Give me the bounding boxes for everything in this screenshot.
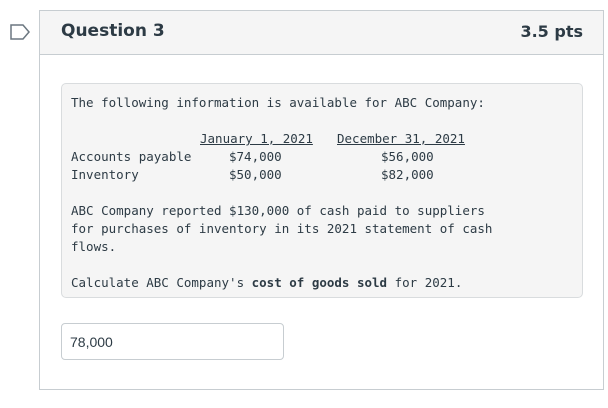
row-value-ap-dec: $56,000 <box>381 149 434 164</box>
prompt-prefix: Calculate ABC Company's <box>71 275 252 290</box>
question-points: 3.5 pts <box>520 22 583 41</box>
prompt-bold-term: cost of goods sold <box>251 275 388 290</box>
paragraph-line-3: flows. <box>71 239 117 254</box>
row-value-ap-jan: $74,000 <box>229 149 282 164</box>
answer-input[interactable] <box>61 323 284 360</box>
row-value-inv-dec: $82,000 <box>381 167 434 182</box>
col-header-dec: December 31, 2021 <box>337 131 465 146</box>
row-label-inventory: Inventory <box>71 167 139 182</box>
paragraph-line-2: for purchases of inventory in its 2021 s… <box>71 221 493 236</box>
question-title: Question 3 <box>61 21 165 41</box>
prompt-suffix: for 2021. <box>387 275 463 290</box>
flag-question-icon[interactable] <box>9 23 31 41</box>
intro-text: The following information is available f… <box>71 95 485 110</box>
row-value-inv-jan: $50,000 <box>229 167 282 182</box>
question-text-box: The following information is available f… <box>61 83 583 298</box>
question-card: Question 3 3.5 pts The following informa… <box>39 10 604 390</box>
question-header: Question 3 3.5 pts <box>40 11 603 55</box>
question-prompt: Calculate ABC Company's cost of goods so… <box>71 274 462 292</box>
col-header-jan: January 1, 2021 <box>200 131 313 146</box>
paragraph-line-1: ABC Company reported $130,000 of cash pa… <box>71 203 485 218</box>
row-label-accounts-payable: Accounts payable <box>71 149 192 164</box>
